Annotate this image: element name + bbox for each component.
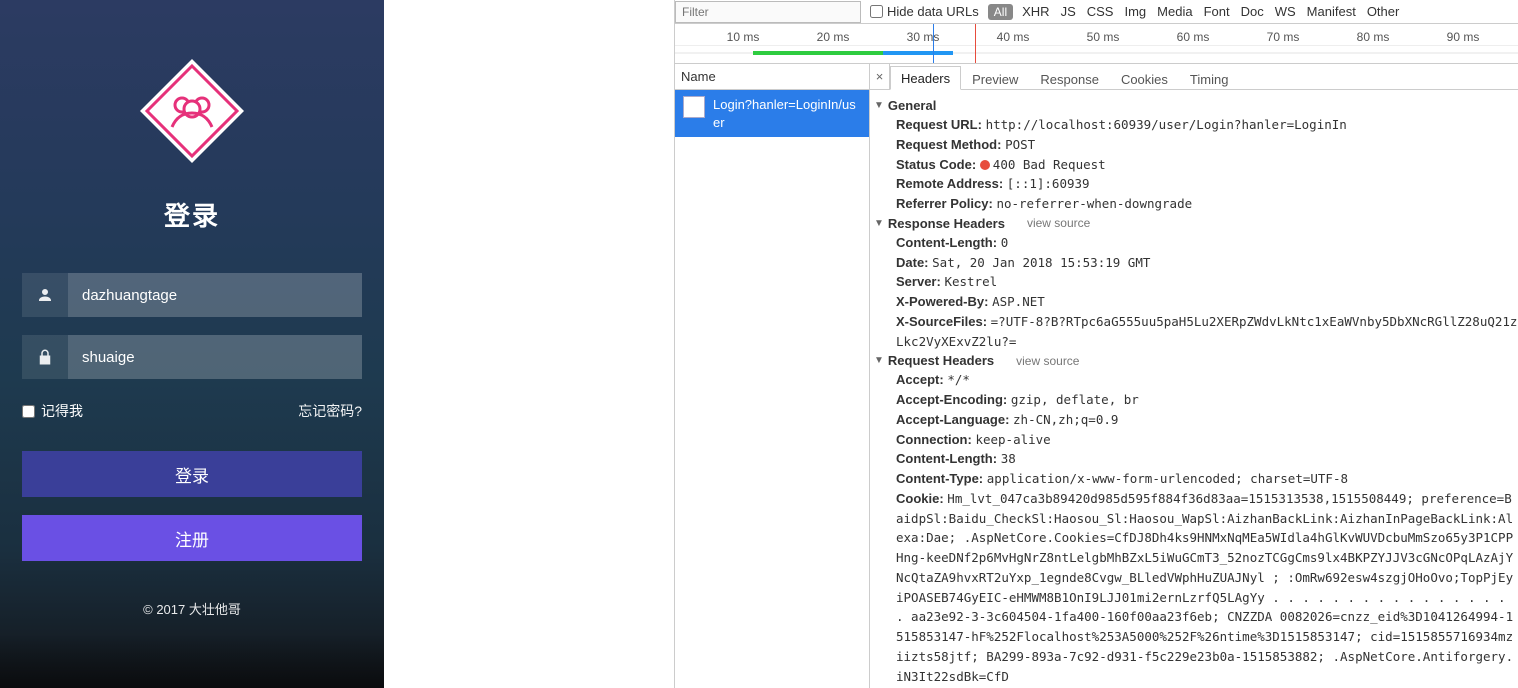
section-response-headers[interactable]: Response Headersview source [874,214,1518,233]
login-panel: 登录 记得我 忘记密码? 登录 注册 © 2017 大壮他哥 [0,0,384,688]
close-details-button[interactable]: × [870,64,890,89]
filter-type-font[interactable]: Font [1204,4,1230,19]
login-title: 登录 [164,196,220,233]
filter-type-xhr[interactable]: XHR [1022,4,1049,19]
hide-data-urls-checkbox[interactable] [870,5,883,18]
name-column-header[interactable]: Name [675,64,870,89]
login-button[interactable]: 登录 [22,451,362,497]
filter-type-css[interactable]: CSS [1087,4,1114,19]
filter-type-other[interactable]: Other [1367,4,1400,19]
remember-me[interactable]: 记得我 [22,401,83,421]
login-footer-gradient [0,633,384,688]
header-row: X-Powered-By: ASP.NET [874,292,1518,312]
devtools-panel: Hide data URLs All XHR JS CSS Img Media Font D… [674,0,1518,688]
remember-label: 记得我 [41,401,83,421]
header-row: Referrer Policy: no-referrer-when-downgr… [874,194,1518,214]
view-source-link[interactable]: view source [1016,354,1079,368]
header-row: Status Code: 400 Bad Request [874,155,1518,175]
header-row: Content-Length: 0 [874,233,1518,253]
header-row: Remote Address: [::1]:60939 [874,174,1518,194]
header-row: Request URL: http://localhost:60939/user… [874,115,1518,135]
password-input[interactable] [68,335,362,379]
network-timeline[interactable]: 10 ms 20 ms 30 ms 40 ms 50 ms 60 ms 70 ms 80 ms… [675,24,1518,64]
filter-type-img[interactable]: Img [1124,4,1146,19]
header-row: Cookie: Hm_lvt_047ca3b89420d985d595f884f… [874,489,1518,687]
spacer [384,0,674,688]
header-row: Content-Type: application/x-www-form-url… [874,469,1518,489]
requests-list: Login?hanler=LoginIn/user [675,90,870,688]
filter-type-media[interactable]: Media [1157,4,1192,19]
timeline-tick: 60 ms [1177,30,1210,44]
hide-data-urls[interactable]: Hide data URLs [870,4,979,19]
details-pane[interactable]: GeneralRequest URL: http://localhost:609… [870,90,1518,688]
request-item[interactable]: Login?hanler=LoginIn/user [675,90,869,137]
header-row: Content-Length: 38 [874,449,1518,469]
tab-headers[interactable]: Headers [890,66,961,90]
filter-type-js[interactable]: JS [1061,4,1076,19]
lock-icon [22,335,68,379]
copyright: © 2017 大壮他哥 [143,599,241,618]
timeline-tick: 40 ms [997,30,1030,44]
request-name-text: Login?hanler=LoginIn/user [713,96,861,131]
username-row [22,273,362,317]
section-request-headers[interactable]: Request Headersview source [874,351,1518,370]
timeline-tick: 50 ms [1087,30,1120,44]
header-row: Request Method: POST [874,135,1518,155]
view-source-link[interactable]: view source [1027,216,1090,230]
header-row: X-SourceFiles: =?UTF-8?B?RTpc6aG555uu5pa… [874,312,1518,352]
header-row: Accept-Encoding: gzip, deflate, br [874,390,1518,410]
user-icon [22,273,68,317]
details-tabs: HeadersPreviewResponseCookiesTiming [890,64,1239,89]
tab-response[interactable]: Response [1029,67,1110,90]
header-row: Date: Sat, 20 Jan 2018 15:53:19 GMT [874,253,1518,273]
tab-cookies[interactable]: Cookies [1110,67,1179,90]
timeline-tick: 70 ms [1267,30,1300,44]
status-dot-icon [980,160,990,170]
filter-type-manifest[interactable]: Manifest [1307,4,1356,19]
forgot-password-link[interactable]: 忘记密码? [298,401,362,421]
timeline-tick: 80 ms [1357,30,1390,44]
timeline-tick: 30 ms [907,30,940,44]
network-header-row: Name × HeadersPreviewResponseCookiesTimi… [675,64,1518,90]
username-input[interactable] [68,273,362,317]
section-general[interactable]: General [874,96,1518,115]
filter-input[interactable] [675,1,861,23]
password-row [22,335,362,379]
tab-timing[interactable]: Timing [1179,67,1240,90]
timeline-tick: 20 ms [817,30,850,44]
app-logo [137,56,247,166]
timeline-tick: 90 ms [1447,30,1480,44]
filter-type-ws[interactable]: WS [1275,4,1296,19]
filter-type-doc[interactable]: Doc [1241,4,1264,19]
register-button[interactable]: 注册 [22,515,362,561]
tab-preview[interactable]: Preview [961,67,1029,90]
remember-checkbox[interactable] [22,405,35,418]
header-row: Server: Kestrel [874,272,1518,292]
request-thumb-icon [683,96,705,118]
header-row: Accept-Language: zh-CN,zh;q=0.9 [874,410,1518,430]
filter-type-all[interactable]: All [988,4,1013,20]
header-row: Connection: keep-alive [874,430,1518,450]
timeline-tick: 10 ms [727,30,760,44]
network-filter-bar: Hide data URLs All XHR JS CSS Img Media Font D… [675,0,1518,24]
header-row: Accept: */* [874,370,1518,390]
